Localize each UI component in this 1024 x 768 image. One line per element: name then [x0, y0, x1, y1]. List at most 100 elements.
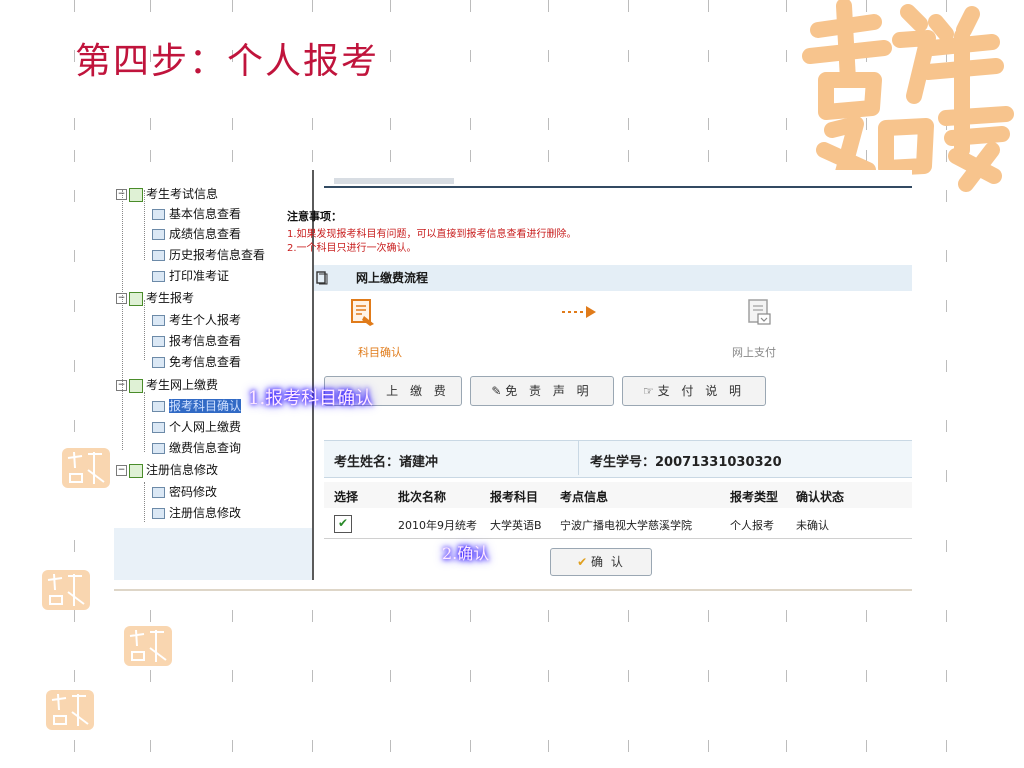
sidebar-item-history[interactable]: 历史报考信息查看: [152, 247, 265, 264]
auspicious-logo-small: [62, 448, 110, 488]
collapse-icon[interactable]: −: [116, 189, 127, 200]
pattern-tick: [470, 150, 471, 162]
pattern-tick: [390, 670, 391, 682]
document-icon: [316, 271, 328, 285]
tree-guide-line: [144, 300, 145, 360]
sidebar-item-print-ticket[interactable]: 打印准考证: [152, 268, 229, 285]
pattern-tick: [470, 118, 471, 130]
pattern-tick: [946, 670, 947, 682]
pattern-tick: [786, 740, 787, 752]
sidebar-item-personal-registration[interactable]: 考生个人报考: [152, 312, 241, 329]
pattern-tick: [74, 740, 75, 752]
payment-info-button[interactable]: ☞ 支 付 说 明: [622, 376, 766, 406]
sidebar-item-scores[interactable]: 成绩信息查看: [152, 226, 241, 243]
web-screenshot: − 考生考试信息 基本信息查看 成绩信息查看 历史报考信息查看 打印准考证 − 考生…: [114, 170, 912, 580]
sidebar-group-exam-info[interactable]: − 考生考试信息: [116, 186, 218, 203]
notice-line-2: 2.一个科目只进行一次确认。: [287, 243, 417, 254]
annotation-step-1: 1.报考科目确认: [248, 388, 374, 409]
pattern-tick: [708, 610, 709, 622]
pattern-tick: [390, 50, 391, 62]
pattern-tick: [74, 190, 75, 202]
pattern-tick: [312, 0, 313, 12]
collapse-icon[interactable]: −: [116, 465, 127, 476]
row-select-checkbox[interactable]: ✔: [334, 515, 352, 533]
pattern-tick: [312, 610, 313, 622]
pattern-tick: [946, 540, 947, 552]
pattern-tick: [708, 118, 709, 130]
cell-subject: 大学英语B: [490, 519, 542, 532]
cell-venue: 宁波广播电视大学慈溪学院: [560, 519, 692, 532]
pattern-tick: [390, 0, 391, 12]
pattern-tick: [232, 150, 233, 162]
pattern-tick: [150, 670, 151, 682]
pattern-tick: [946, 740, 947, 752]
sidebar-item-profile-edit[interactable]: 注册信息修改: [152, 505, 241, 522]
pattern-tick: [470, 740, 471, 752]
disclaimer-button[interactable]: ✎ 免 责 声 明: [470, 376, 614, 406]
sidebar-item-online-pay[interactable]: 个人网上缴费: [152, 419, 241, 436]
table-header-type: 报考类型: [730, 490, 779, 504]
tree-guide-line: [144, 392, 145, 452]
pencil-icon: ✎: [491, 384, 506, 398]
confirm-button[interactable]: ✔ 确 认: [550, 548, 652, 576]
collapse-icon[interactable]: −: [116, 293, 127, 304]
pattern-tick: [708, 0, 709, 12]
student-id: 考生学号：20071331030320: [590, 455, 782, 470]
sidebar-item-payment-query[interactable]: 缴费信息查询: [152, 440, 241, 457]
pattern-tick: [390, 740, 391, 752]
pattern-tick: [548, 50, 549, 62]
notice-title: 注意事项：: [287, 210, 342, 223]
page-icon: [152, 315, 165, 326]
table-header-select: 选择: [334, 490, 359, 504]
page-icon: [152, 508, 165, 519]
annotation-step-2: 2.确认: [442, 544, 490, 563]
cell-status: 未确认: [796, 519, 829, 532]
pattern-tick: [548, 118, 549, 130]
page-icon: [152, 401, 165, 412]
pattern-tick: [708, 150, 709, 162]
pattern-tick: [312, 150, 313, 162]
sidebar-item-password[interactable]: 密码修改: [152, 484, 217, 501]
auspicious-logo-large: [802, 0, 1014, 192]
pattern-tick: [786, 150, 787, 162]
pattern-tick: [312, 118, 313, 130]
pattern-tick: [628, 0, 629, 12]
pattern-tick: [628, 610, 629, 622]
pattern-tick: [390, 118, 391, 130]
pattern-tick: [946, 610, 947, 622]
table-header-venue: 考点信息: [560, 490, 609, 504]
flow-step-subject-confirm: 科目确认: [358, 346, 402, 359]
pattern-tick: [470, 0, 471, 12]
sidebar-item-basic-info[interactable]: 基本信息查看: [152, 206, 241, 223]
sidebar-item-subject-confirm[interactable]: 报考科目确认: [152, 398, 242, 415]
pattern-tick: [470, 50, 471, 62]
flow-step-online-payment: 网上支付: [732, 346, 776, 359]
pattern-tick: [786, 610, 787, 622]
sidebar-group-registration[interactable]: − 考生报考: [116, 290, 194, 307]
bottom-divider: [114, 589, 912, 591]
pattern-tick: [548, 740, 549, 752]
collapse-icon[interactable]: −: [116, 380, 127, 391]
student-name: 考生姓名：诸建冲: [334, 455, 439, 470]
sidebar-group-online-payment[interactable]: − 考生网上缴费: [116, 377, 218, 394]
pattern-tick: [946, 470, 947, 482]
cell-type: 个人报考: [730, 519, 774, 532]
pattern-tick: [312, 670, 313, 682]
arrow-right-icon: [562, 306, 596, 318]
page-icon: [152, 336, 165, 347]
pattern-tick: [74, 250, 75, 262]
sidebar-item-registration-info[interactable]: 报考信息查看: [152, 333, 241, 350]
pattern-tick: [74, 360, 75, 372]
cell-batch: 2010年9月统考: [398, 519, 477, 532]
sidebar-item-exemption-info[interactable]: 免考信息查看: [152, 354, 241, 371]
folder-icon: [129, 463, 143, 478]
auspicious-logo-small: [46, 690, 94, 730]
pattern-tick: [866, 670, 867, 682]
pattern-tick: [708, 50, 709, 62]
pattern-tick: [786, 0, 787, 12]
pattern-tick: [150, 610, 151, 622]
table-header-subject: 报考科目: [490, 490, 539, 504]
checkmark-icon: ✔: [577, 555, 592, 569]
sidebar-group-account[interactable]: − 注册信息修改: [116, 462, 218, 479]
pattern-tick: [786, 670, 787, 682]
